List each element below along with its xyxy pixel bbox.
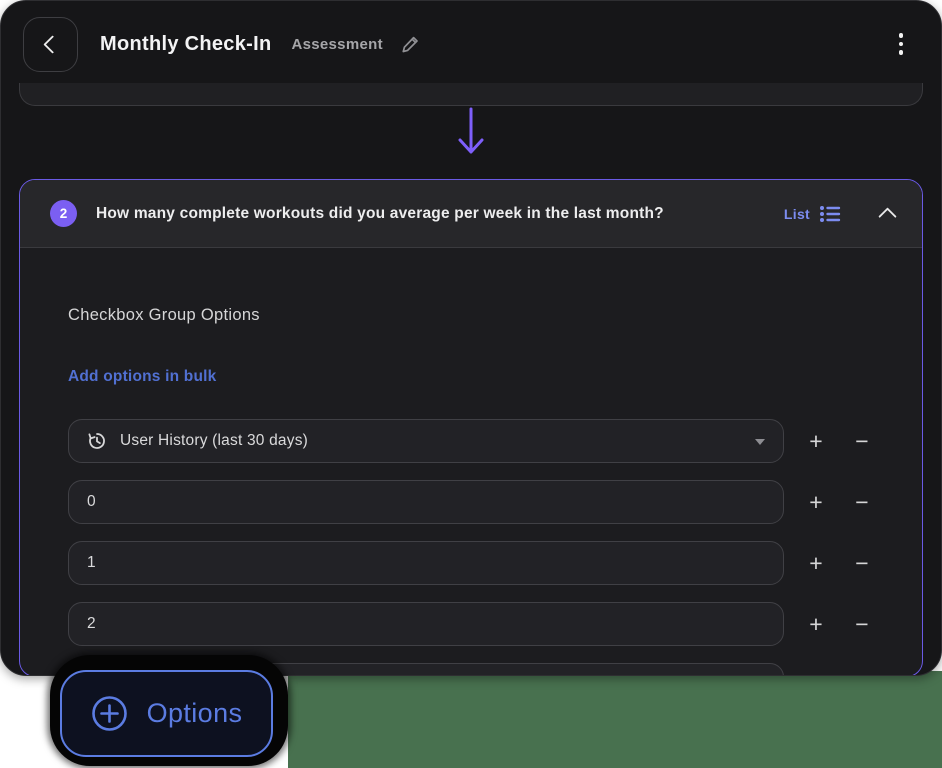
option-row: 0 + −	[68, 480, 922, 524]
add-option-button[interactable]: +	[798, 606, 834, 642]
previous-question-card-partial[interactable]	[19, 83, 923, 106]
add-option-button[interactable]: +	[798, 545, 834, 581]
row-stepper: + −	[798, 484, 880, 520]
option-value: 0	[87, 493, 96, 510]
page-title: Monthly Check-In	[100, 32, 272, 55]
remove-option-button[interactable]: −	[844, 484, 880, 520]
back-button[interactable]	[23, 16, 78, 72]
collapse-chevron-icon[interactable]	[878, 206, 897, 226]
add-option-button[interactable]: +	[798, 423, 834, 459]
row-stepper: + −	[798, 606, 880, 642]
question-number-badge: 2	[50, 200, 77, 227]
option-row: 2 + −	[68, 602, 922, 646]
chevron-left-icon	[43, 34, 62, 54]
list-type-icon[interactable]	[819, 204, 841, 224]
remove-option-button[interactable]: −	[844, 423, 880, 459]
row-stepper: + −	[798, 545, 880, 581]
option-value: 2	[87, 615, 96, 632]
desktop-backdrop	[288, 671, 942, 768]
question-card-header[interactable]: 2 How many complete workouts did you ave…	[20, 180, 922, 248]
pencil-icon	[402, 36, 418, 52]
kebab-dot	[898, 50, 903, 55]
history-icon	[87, 431, 107, 451]
add-option-button[interactable]: +	[798, 484, 834, 520]
option-rows: User History (last 30 days) + − 0 + − 1 …	[68, 419, 922, 675]
option-field-0[interactable]: 0	[68, 480, 784, 524]
options-section-title: Checkbox Group Options	[68, 306, 260, 324]
flow-down-arrow-icon	[456, 105, 486, 168]
options-button[interactable]: Options	[60, 670, 273, 757]
question-card: 2 How many complete workouts did you ave…	[19, 179, 923, 675]
row-stepper: + −	[798, 423, 880, 459]
add-options-in-bulk-link[interactable]: Add options in bulk	[68, 368, 216, 386]
option-value: User History (last 30 days)	[120, 432, 309, 449]
option-field-user-history[interactable]: User History (last 30 days)	[68, 419, 784, 463]
option-field-1[interactable]: 1	[68, 541, 784, 585]
question-type-label[interactable]: List	[784, 206, 810, 222]
dropdown-caret-icon[interactable]	[755, 439, 765, 445]
question-text: How many complete workouts did you avera…	[96, 204, 664, 222]
option-row: 1 + −	[68, 541, 922, 585]
question-card-body: Checkbox Group Options Add options in bu…	[20, 248, 922, 675]
option-value: 1	[87, 554, 96, 571]
option-field-2[interactable]: 2	[68, 602, 784, 646]
options-button-label: Options	[146, 698, 243, 728]
remove-option-button[interactable]: −	[844, 606, 880, 642]
options-button-highlight: Options	[50, 655, 288, 766]
option-row: User History (last 30 days) + −	[68, 419, 922, 463]
plus-circle-icon	[91, 696, 127, 731]
page-subtitle: Assessment	[291, 35, 383, 53]
edit-title-button[interactable]	[401, 35, 420, 54]
kebab-dot	[898, 41, 903, 47]
kebab-menu-button[interactable]	[895, 29, 908, 59]
app-window: Monthly Check-In Assessment 2 How many c…	[0, 0, 942, 676]
kebab-dot	[898, 33, 903, 38]
top-bar: Monthly Check-In Assessment	[1, 1, 941, 87]
remove-option-button[interactable]: −	[844, 545, 880, 581]
